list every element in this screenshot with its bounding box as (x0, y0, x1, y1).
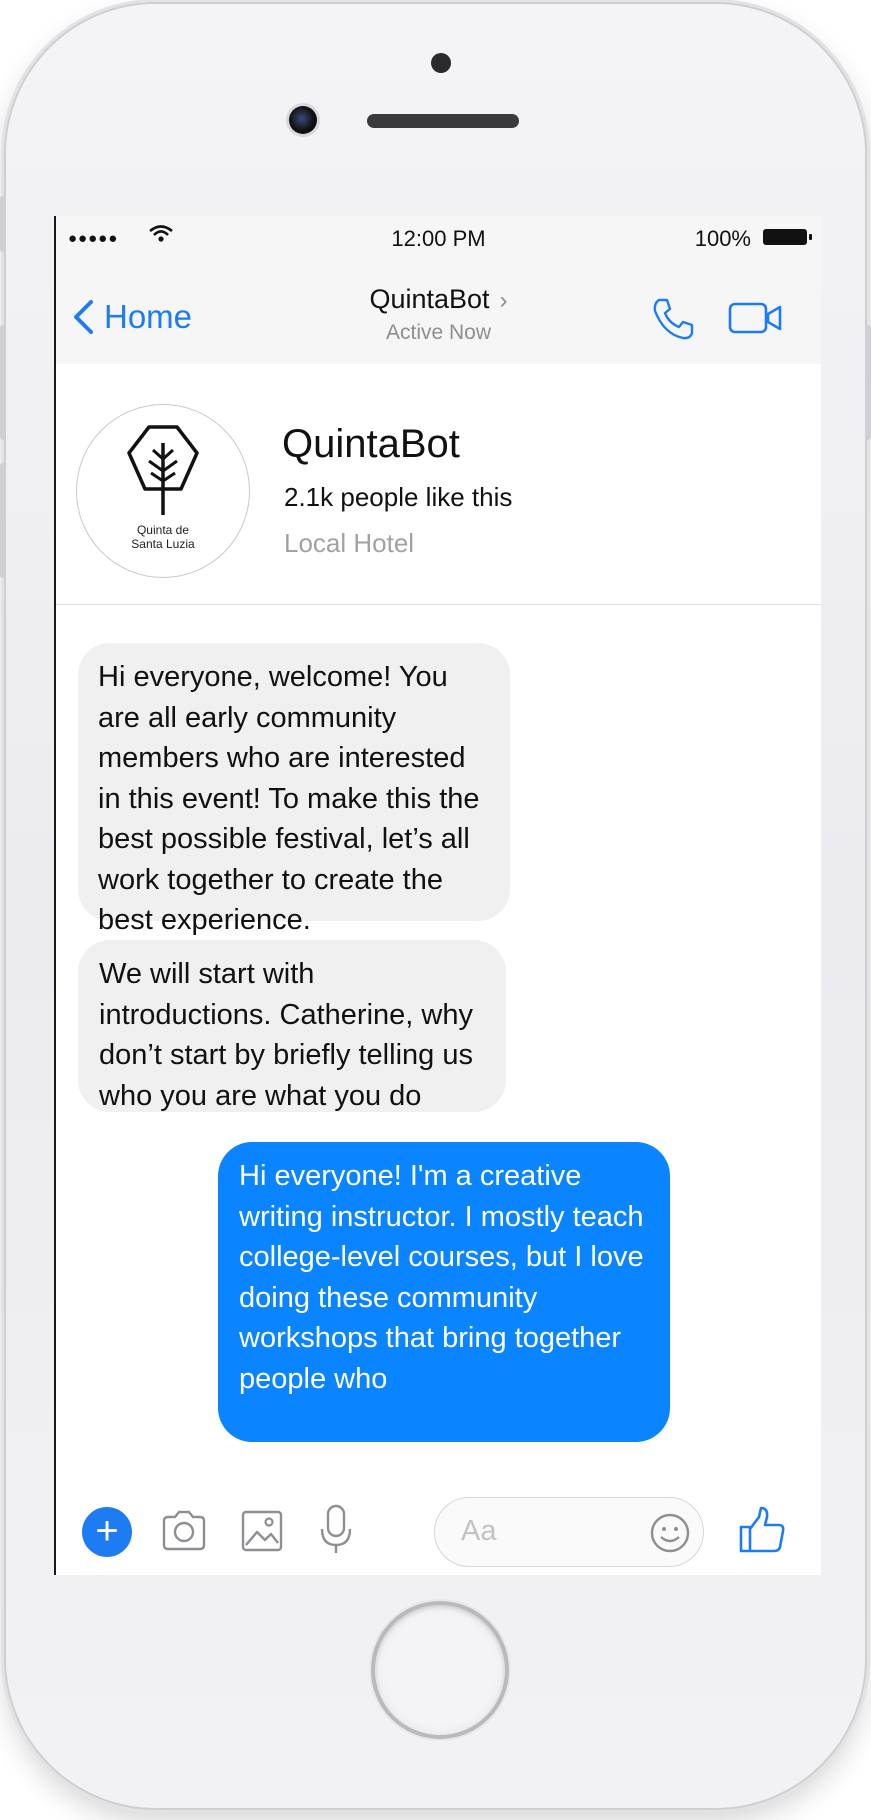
thumbs-up-icon[interactable] (737, 1505, 787, 1555)
message-input-container (434, 1497, 704, 1567)
page-profile-card: Quinta de Santa Luzia QuintaBot 2.1k peo… (56, 364, 821, 605)
front-camera (289, 106, 317, 134)
messenger-screen: ●●●●● 12:00 PM 100% Home QuintaBot › Acti… (54, 216, 821, 1575)
active-status: Active Now (385, 321, 492, 344)
image-icon[interactable] (240, 1507, 284, 1555)
microphone-icon[interactable] (318, 1503, 354, 1557)
chevron-right-icon: › (499, 287, 508, 314)
phone-icon[interactable] (650, 296, 696, 342)
page-name: QuintaBot (282, 422, 460, 466)
tree-logo-icon (127, 425, 199, 515)
logo-text-line2: Santa Luzia (131, 537, 195, 551)
message-input[interactable] (459, 1514, 633, 1549)
earpiece-speaker (367, 114, 519, 128)
logo-wordmark: Quinta de Santa Luzia (77, 523, 249, 551)
message-bubble-incoming[interactable]: We will start with introductions. Cather… (78, 940, 506, 1112)
conversation-header: Home QuintaBot › Active Now (56, 256, 821, 364)
conversation-title-block[interactable]: QuintaBot › Active Now (56, 284, 821, 345)
volume-down-button[interactable] (0, 463, 6, 578)
message-bubble-incoming[interactable]: Hi everyone, welcome! You are all early … (78, 643, 510, 936)
volume-up-button[interactable] (0, 325, 6, 440)
conversation-title-row: QuintaBot › (56, 284, 821, 315)
battery-icon (763, 229, 812, 245)
mute-switch[interactable] (0, 196, 6, 252)
page-logo[interactable]: Quinta de Santa Luzia (76, 404, 250, 578)
page-category: Local Hotel (284, 528, 415, 558)
video-camera-icon[interactable] (728, 300, 782, 336)
page-likes: 2.1k people like this (284, 482, 513, 512)
battery-percent: 100% (694, 226, 751, 251)
proximity-sensor (431, 53, 451, 73)
plus-icon[interactable]: + (82, 1507, 132, 1557)
emoji-icon[interactable] (649, 1512, 691, 1554)
message-bubble-outgoing[interactable]: Hi everyone! I'm a creative writing inst… (218, 1142, 670, 1442)
camera-icon[interactable] (160, 1507, 208, 1555)
power-button[interactable] (865, 325, 871, 440)
logo-text-line1: Quinta de (136, 523, 190, 537)
home-button[interactable] (375, 1605, 505, 1735)
message-composer: + (56, 1481, 821, 1575)
conversation-title: QuintaBot (369, 284, 490, 314)
status-bar: ●●●●● 12:00 PM 100% (56, 216, 821, 256)
